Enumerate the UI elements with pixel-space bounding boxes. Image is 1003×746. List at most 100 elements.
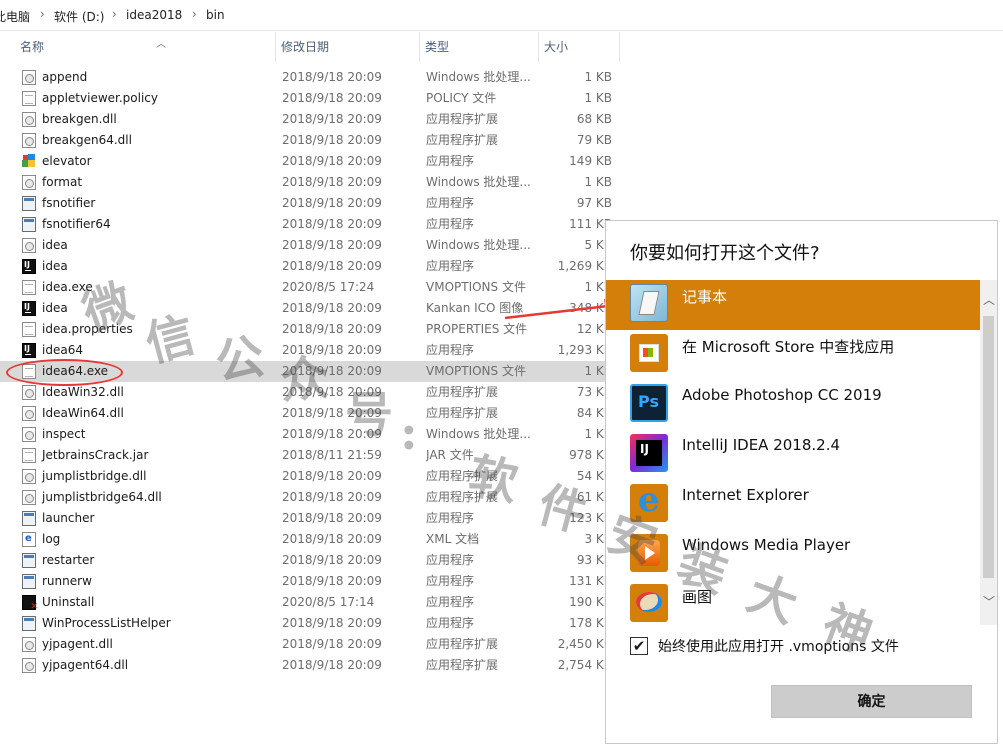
file-row[interactable]: restarter 2018/9/18 20:09 应用程序 93 KB — [0, 550, 640, 571]
file-row[interactable]: idea 2018/9/18 20:09 Kankan ICO 图像 348 KB — [0, 298, 640, 319]
always-use-checkbox[interactable]: ✔ — [630, 637, 648, 655]
open-with-dialog: 你要如何打开这个文件? 记事本在 Microsoft Store 中查找应用 Ad… — [605, 220, 998, 744]
file-name: idea.exe — [42, 280, 93, 294]
file-row[interactable]: inspect 2018/9/18 20:09 Windows 批处理... 1 KB — [0, 424, 640, 445]
breadcrumb-drive[interactable]: 软件 (D:) — [54, 8, 104, 25]
file-name: Uninstall — [42, 595, 95, 609]
file-row[interactable]: breakgen.dll 2018/9/18 20:09 应用程序扩展 68 KB — [0, 109, 640, 130]
app-option[interactable]: 在 Microsoft Store 中查找应用 — [606, 330, 982, 380]
file-name: IdeaWin64.dll — [42, 406, 124, 420]
file-type: JAR 文件 — [426, 448, 474, 462]
breadcrumb-current[interactable]: bin — [206, 8, 225, 22]
file-row[interactable]: fsnotifier 2018/9/18 20:09 应用程序 97 KB — [0, 193, 640, 214]
file-date: 2018/9/18 20:09 — [282, 112, 382, 126]
file-type: 应用程序 — [426, 217, 475, 231]
app-option-label: Windows Media Player — [682, 536, 851, 554]
file-date: 2018/9/18 20:09 — [282, 406, 382, 420]
file-row[interactable]: IdeaWin32.dll 2018/9/18 20:09 应用程序扩展 73 KB — [0, 382, 640, 403]
file-date: 2020/8/5 17:24 — [282, 280, 375, 294]
intellij-idea-icon — [630, 434, 668, 472]
file-type: VMOPTIONS 文件 — [426, 280, 526, 294]
column-header-date[interactable]: 修改日期 — [277, 32, 420, 62]
file-type: Windows 批处理... — [426, 70, 531, 84]
app-option[interactable]: Internet Explorer — [606, 480, 982, 530]
app-list-scrollbar[interactable]: ︿ ﹀ — [980, 280, 997, 625]
file-name: idea — [42, 301, 68, 315]
file-row[interactable]: JetbrainsCrack.jar 2018/8/11 21:59 JAR 文件 9… — [0, 445, 640, 466]
file-name: inspect — [42, 427, 86, 441]
app-option[interactable]: Windows Media Player — [606, 530, 982, 580]
file-row[interactable]: WinProcessListHelper 2018/9/18 20:09 应用程序 1… — [0, 613, 640, 634]
file-size: 1 KB — [584, 175, 612, 189]
file-row[interactable]: launcher 2018/9/18 20:09 应用程序 123 KB — [0, 508, 640, 529]
file-name: idea64 — [42, 343, 83, 357]
ok-button[interactable]: 确定 — [771, 685, 972, 718]
file-row[interactable]: Uninstall 2020/8/5 17:14 应用程序 190 KB — [0, 592, 640, 613]
app-option-label: IntelliJ IDEA 2018.2.4 — [682, 436, 841, 454]
file-size: 111 KB — [569, 217, 612, 231]
file-name: fsnotifier — [42, 196, 96, 210]
file-type: POLICY 文件 — [426, 91, 497, 105]
file-row[interactable]: log 2018/9/18 20:09 XML 文档 3 KB — [0, 529, 640, 550]
app-option[interactable]: 画图 — [606, 580, 982, 625]
app-option[interactable]: Adobe Photoshop CC 2019 — [606, 380, 982, 430]
column-header-size[interactable]: 大小 — [540, 32, 620, 62]
file-type: 应用程序 — [426, 574, 475, 588]
always-use-label: 始终使用此应用打开 .vmoptions 文件 — [658, 639, 899, 655]
file-name: yjpagent.dll — [42, 637, 113, 651]
file-row[interactable]: yjpagent.dll 2018/9/18 20:09 应用程序扩展 2,450 K… — [0, 634, 640, 655]
file-name: elevator — [42, 154, 92, 168]
file-type: Kankan ICO 图像 — [426, 301, 524, 315]
file-size: 978 KB — [569, 448, 612, 462]
app-icon — [22, 511, 36, 526]
file-date: 2018/9/18 20:09 — [282, 322, 382, 336]
file-row[interactable]: idea 2018/9/18 20:09 应用程序 1,269 KB — [0, 256, 640, 277]
file-row[interactable]: elevator 2018/9/18 20:09 应用程序 149 KB — [0, 151, 640, 172]
file-row[interactable]: format 2018/9/18 20:09 Windows 批处理... 1 KB — [0, 172, 640, 193]
scroll-up-icon[interactable]: ︿ — [983, 291, 995, 308]
file-name: format — [42, 175, 83, 189]
file-row[interactable]: fsnotifier64 2018/9/18 20:09 应用程序 111 KB — [0, 214, 640, 235]
file-row[interactable]: breakgen64.dll 2018/9/18 20:09 应用程序扩展 79 KB — [0, 130, 640, 151]
app-option[interactable]: 记事本 — [606, 280, 982, 330]
file-row[interactable]: append 2018/9/18 20:09 Windows 批处理... 1 KB — [0, 67, 640, 88]
file-row[interactable]: jumplistbridge64.dll 2018/9/18 20:09 应用程序扩… — [0, 487, 640, 508]
file-row[interactable]: idea.exe 2020/8/5 17:24 VMOPTIONS 文件 1 KB — [0, 277, 640, 298]
notepad-icon — [630, 284, 668, 322]
file-date: 2018/9/18 20:09 — [282, 532, 382, 546]
file-name: yjpagent64.dll — [42, 658, 129, 672]
dll-icon — [22, 133, 36, 148]
file-row[interactable]: idea64 2018/9/18 20:09 应用程序 1,293 KB — [0, 340, 640, 361]
scroll-down-icon[interactable]: ﹀ — [983, 593, 995, 610]
column-header-name[interactable]: 名称 ︿ — [16, 32, 276, 62]
column-header-type[interactable]: 类型 — [421, 32, 539, 62]
file-name: idea — [42, 238, 68, 252]
file-name: fsnotifier64 — [42, 217, 111, 231]
app-option[interactable]: IntelliJ IDEA 2018.2.4 — [606, 430, 982, 480]
file-type: PROPERTIES 文件 — [426, 322, 528, 336]
file-size: 84 KB — [576, 406, 612, 420]
file-date: 2018/9/18 20:09 — [282, 301, 382, 315]
file-name: jumplistbridge64.dll — [42, 490, 162, 504]
address-bar[interactable]: 此电脑 › 软件 (D:) › idea2018 › bin — [0, 0, 1003, 31]
scroll-thumb[interactable] — [983, 316, 994, 578]
file-row[interactable]: runnerw 2018/9/18 20:09 应用程序 131 KB — [0, 571, 640, 592]
file-date: 2018/9/18 20:09 — [282, 637, 382, 651]
file-date: 2018/9/18 20:09 — [282, 259, 382, 273]
file-row[interactable]: idea.properties 2018/9/18 20:09 PROPERTIES… — [0, 319, 640, 340]
file-row[interactable]: IdeaWin64.dll 2018/9/18 20:09 应用程序扩展 84 KB — [0, 403, 640, 424]
app-option-label: Internet Explorer — [682, 486, 809, 504]
breadcrumb-this-pc[interactable]: 此电脑 — [0, 8, 30, 25]
file-name: idea.properties — [42, 322, 133, 336]
batch-file-icon — [22, 70, 36, 85]
file-row[interactable]: jumplistbridge.dll 2018/9/18 20:09 应用程序扩展 5… — [0, 466, 640, 487]
breadcrumb-separator: › — [192, 7, 197, 21]
file-type: Windows 批处理... — [426, 427, 531, 441]
file-name: idea — [42, 259, 68, 273]
file-row[interactable]: appletviewer.policy 2018/9/18 20:09 POLICY… — [0, 88, 640, 109]
file-row[interactable]: idea 2018/9/18 20:09 Windows 批处理... 5 KB — [0, 235, 640, 256]
file-row[interactable]: yjpagent64.dll 2018/9/18 20:09 应用程序扩展 2,754… — [0, 655, 640, 676]
file-type: 应用程序 — [426, 154, 475, 168]
breadcrumb-folder[interactable]: idea2018 — [126, 8, 182, 22]
file-size: 1 KB — [584, 427, 612, 441]
